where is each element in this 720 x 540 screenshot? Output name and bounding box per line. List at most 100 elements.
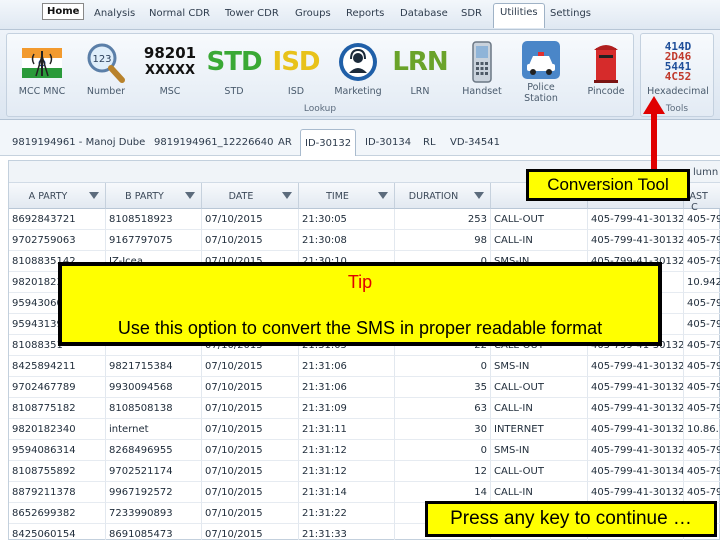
header-time[interactable]: TIME (299, 183, 395, 209)
table-cell[interactable]: SMS-IN (491, 356, 588, 377)
table-cell[interactable]: 07/10/2015 (202, 482, 299, 503)
menu-analysis[interactable]: Analysis (94, 8, 135, 19)
table-cell[interactable]: 07/10/2015 (202, 524, 299, 540)
tab-id-30132[interactable]: ID-30132 (300, 129, 357, 156)
table-cell[interactable]: 253 (395, 209, 491, 230)
table-cell[interactable]: 07/10/2015 (202, 377, 299, 398)
header-b-party[interactable]: B PARTY (106, 183, 202, 209)
tab-id-30134[interactable]: ID-30134 (361, 132, 415, 154)
table-cell[interactable]: 21:31:14 (299, 482, 395, 503)
header-a-party[interactable]: A PARTY (9, 183, 106, 209)
table-cell[interactable]: 10.942 (684, 272, 720, 293)
table-cell[interactable]: 12 (395, 461, 491, 482)
tab-9819194961-12226640[interactable]: 9819194961_12226640 (150, 132, 278, 154)
table-cell[interactable]: 30 (395, 419, 491, 440)
table-cell[interactable]: 9702467789 (9, 377, 106, 398)
table-cell[interactable]: 9594086314 (9, 440, 106, 461)
table-cell[interactable]: 405-799-41-30132 (588, 356, 684, 377)
table-cell[interactable]: 98 (395, 230, 491, 251)
table-cell[interactable]: 9821715384 (106, 356, 202, 377)
menu-home[interactable]: Home (42, 3, 85, 20)
police-station-button[interactable]: Police Station (510, 38, 572, 104)
table-cell[interactable]: 21:31:12 (299, 461, 395, 482)
table-cell[interactable]: 07/10/2015 (202, 209, 299, 230)
table-cell[interactable]: 8108755892 (9, 461, 106, 482)
table-cell[interactable]: CALL-IN (491, 230, 588, 251)
table-cell[interactable]: 21:30:08 (299, 230, 395, 251)
std-button[interactable]: STD STD (203, 38, 265, 100)
menu-settings[interactable]: Settings (550, 8, 591, 19)
menu-tower-cdr[interactable]: Tower CDR (225, 8, 279, 19)
table-cell[interactable]: 21:31:11 (299, 419, 395, 440)
menu-sdr[interactable]: SDR (461, 8, 482, 19)
filter-icon[interactable] (89, 192, 99, 199)
table-cell[interactable]: 405-799-41-30132 (588, 419, 684, 440)
table-cell[interactable]: 8108508138 (106, 398, 202, 419)
table-cell[interactable]: 405-799-41-30134 (588, 461, 684, 482)
hexadecimal-button[interactable]: 414D 2D46 5441 4C52 Hexadecimal (647, 38, 709, 100)
table-cell[interactable]: 405-79 (684, 293, 720, 314)
table-cell[interactable]: 405-799-41-30132 (588, 440, 684, 461)
table-cell[interactable]: 21:31:06 (299, 377, 395, 398)
table-cell[interactable]: 63 (395, 398, 491, 419)
table-cell[interactable]: CALL-IN (491, 398, 588, 419)
tab-manoj-dube[interactable]: 9819194961 - Manoj Dube (8, 132, 149, 154)
table-cell[interactable]: 9967192572 (106, 482, 202, 503)
table-cell[interactable]: internet (106, 419, 202, 440)
table-cell[interactable]: 07/10/2015 (202, 461, 299, 482)
pincode-button[interactable]: Pincode (575, 38, 637, 100)
table-cell[interactable]: 21:31:12 (299, 440, 395, 461)
table-cell[interactable]: 8692843721 (9, 209, 106, 230)
table-cell[interactable]: 9820182340 (9, 419, 106, 440)
header-duration[interactable]: DURATION (395, 183, 491, 209)
table-cell[interactable]: 10.86.1 (684, 419, 720, 440)
table-cell[interactable]: 405-79 (684, 335, 720, 356)
table-cell[interactable]: 405-799-41-30132 (588, 377, 684, 398)
table-cell[interactable]: 07/10/2015 (202, 398, 299, 419)
lrn-button[interactable]: LRN LRN (389, 38, 451, 100)
table-cell[interactable]: 405-79 (684, 482, 720, 503)
table-cell[interactable]: 405-79 (684, 314, 720, 335)
filter-icon[interactable] (474, 192, 484, 199)
isd-button[interactable]: ISD ISD (265, 38, 327, 100)
mcc-mnc-button[interactable]: MCC MNC (11, 38, 73, 100)
table-cell[interactable]: 21:31:33 (299, 524, 395, 540)
table-cell[interactable]: 14 (395, 482, 491, 503)
table-cell[interactable]: CALL-OUT (491, 377, 588, 398)
table-cell[interactable]: 8425894211 (9, 356, 106, 377)
table-cell[interactable]: 405-79 (684, 461, 720, 482)
filter-icon[interactable] (185, 192, 195, 199)
table-cell[interactable]: 405-79 (684, 377, 720, 398)
filter-icon[interactable] (378, 192, 388, 199)
tab-rl[interactable]: RL (419, 132, 440, 154)
table-cell[interactable]: 9167797075 (106, 230, 202, 251)
table-cell[interactable]: 405-79 (684, 209, 720, 230)
table-cell[interactable]: 9702521174 (106, 461, 202, 482)
menu-utilities[interactable]: Utilities (493, 3, 545, 28)
filter-icon[interactable] (282, 192, 292, 199)
table-cell[interactable]: 405-799-41-30132 (588, 230, 684, 251)
table-cell[interactable]: SMS-IN (491, 440, 588, 461)
table-cell[interactable]: 07/10/2015 (202, 440, 299, 461)
tab-vd-34541[interactable]: VD-34541 (446, 132, 504, 154)
table-cell[interactable]: 07/10/2015 (202, 230, 299, 251)
menu-database[interactable]: Database (400, 8, 448, 19)
table-cell[interactable]: 405-799-41-30132 (588, 482, 684, 503)
table-cell[interactable]: 35 (395, 377, 491, 398)
marketing-button[interactable]: Marketing (327, 38, 389, 100)
table-cell[interactable]: 21:31:22 (299, 503, 395, 524)
table-cell[interactable]: 07/10/2015 (202, 356, 299, 377)
table-cell[interactable]: 405-79 (684, 398, 720, 419)
menu-groups[interactable]: Groups (295, 8, 331, 19)
table-cell[interactable]: INTERNET (491, 419, 588, 440)
table-cell[interactable]: 0 (395, 356, 491, 377)
table-cell[interactable]: 07/10/2015 (202, 419, 299, 440)
table-cell[interactable]: 8691085473 (106, 524, 202, 540)
table-cell[interactable]: CALL-IN (491, 482, 588, 503)
tab-ar[interactable]: AR (274, 132, 296, 154)
table-cell[interactable]: 8425060154 (9, 524, 106, 540)
number-button[interactable]: 123 Number (75, 38, 137, 100)
menu-normal-cdr[interactable]: Normal CDR (149, 8, 210, 19)
table-cell[interactable]: 8268496955 (106, 440, 202, 461)
table-cell[interactable]: 8652699382 (9, 503, 106, 524)
